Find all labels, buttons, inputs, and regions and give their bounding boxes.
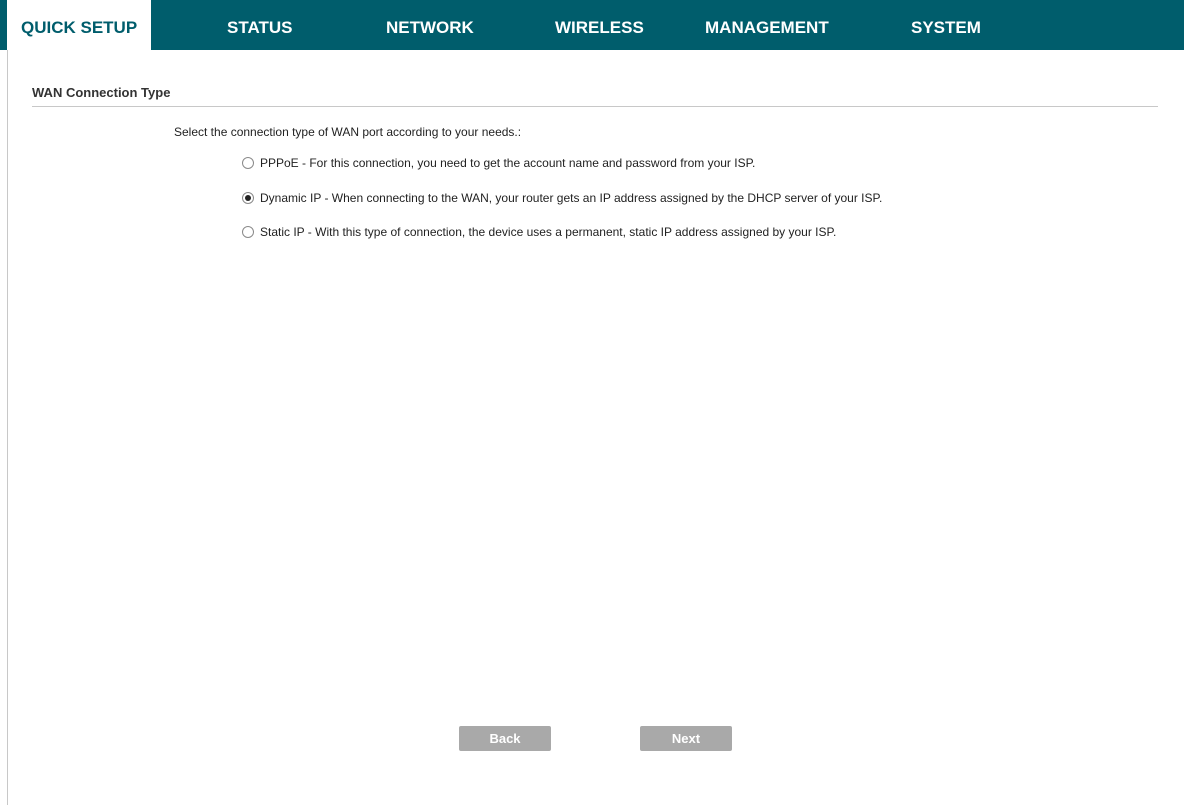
option-pppoe-label: PPPoE - For this connection, you need to… <box>260 156 756 170</box>
option-pppoe[interactable]: PPPoE - For this connection, you need to… <box>242 156 755 170</box>
option-static-ip-label: Static IP - With this type of connection… <box>260 225 837 239</box>
option-static-ip[interactable]: Static IP - With this type of connection… <box>242 225 836 239</box>
option-dynamic-ip[interactable]: Dynamic IP - When connecting to the WAN,… <box>242 191 882 205</box>
radio-pppoe[interactable] <box>242 157 254 169</box>
tab-system[interactable]: SYSTEM <box>911 0 981 50</box>
tab-wireless[interactable]: WIRELESS <box>555 0 644 50</box>
section-title: WAN Connection Type <box>32 85 171 100</box>
connection-type-prompt: Select the connection type of WAN port a… <box>174 125 522 139</box>
top-navigation-bar: QUICK SETUP STATUS NETWORK WIRELESS MANA… <box>0 0 1184 52</box>
tab-management[interactable]: MANAGEMENT <box>705 0 829 50</box>
next-button[interactable]: Next <box>640 726 732 751</box>
content-frame-border <box>7 50 8 805</box>
tab-status[interactable]: STATUS <box>227 0 292 50</box>
radio-dynamic-ip[interactable] <box>242 192 254 204</box>
back-button[interactable]: Back <box>459 726 551 751</box>
tab-network[interactable]: NETWORK <box>386 0 474 50</box>
section-divider <box>32 106 1158 107</box>
radio-static-ip[interactable] <box>242 226 254 238</box>
tab-quick-setup[interactable]: QUICK SETUP <box>7 0 152 52</box>
option-dynamic-ip-label: Dynamic IP - When connecting to the WAN,… <box>260 191 883 205</box>
